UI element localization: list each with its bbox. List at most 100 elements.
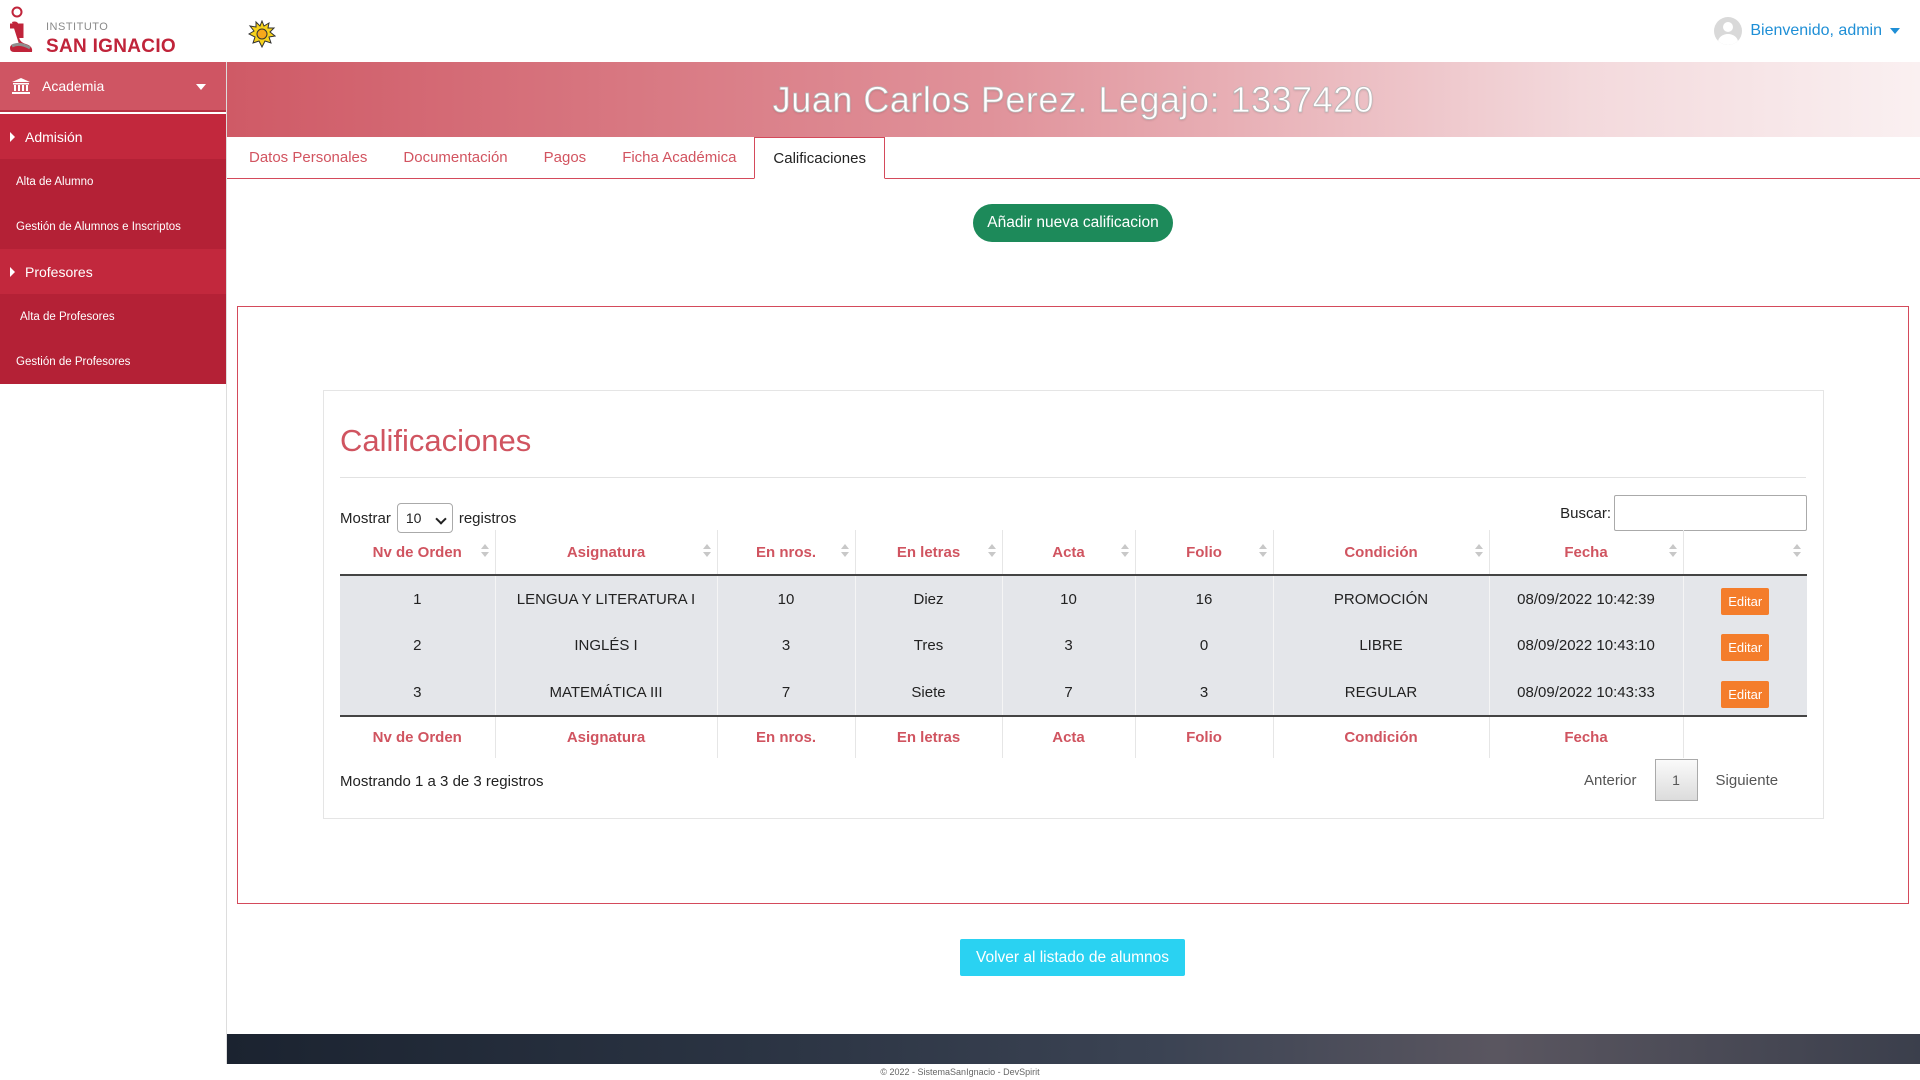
tab-datos-personales[interactable]: Datos Personales <box>231 136 385 178</box>
footer-header-folio: Folio <box>1135 715 1274 758</box>
cell-folio: 0 <box>1135 622 1274 669</box>
show-prefix-label: Mostrar <box>340 509 391 527</box>
tab-pagos[interactable]: Pagos <box>526 136 605 178</box>
sidebar-item-label: Gestión de Alumnos e Inscriptos <box>16 220 181 233</box>
caret-right-icon <box>10 266 15 277</box>
prev-page-button[interactable]: Anterior <box>1584 772 1637 789</box>
page-length-value: 10 <box>405 510 422 526</box>
col-header-orden[interactable]: Nv de Orden <box>340 530 496 576</box>
add-grade-button[interactable]: Añadir nueva calificacion <box>973 204 1173 242</box>
cell-orden: 1 <box>340 575 496 622</box>
show-suffix-label: registros <box>458 509 517 527</box>
user-menu[interactable]: Bienvenido, admin <box>1714 16 1900 46</box>
sidebar-item-alta-profesores[interactable]: Alta de Profesores <box>0 294 226 339</box>
footer-header-actions <box>1683 715 1807 758</box>
tab-bar: Datos Personales Documentación Pagos Fic… <box>227 137 1920 179</box>
brand-small-text: INSTITUTO <box>46 21 109 33</box>
cell-orden: 3 <box>340 669 496 716</box>
student-header: Juan Carlos Perez. Legajo: 1337420 <box>227 62 1920 137</box>
col-header-en-letras[interactable]: En letras <box>855 530 1003 576</box>
sidebar-item-profesores[interactable]: Profesores <box>0 249 226 294</box>
sort-icon <box>1258 544 1267 560</box>
search-input[interactable] <box>1614 495 1807 531</box>
col-header-label: Condición <box>1344 543 1418 561</box>
top-navbar: INSTITUTO SAN IGNACIO Bienvenido, admin <box>0 0 1920 62</box>
col-header-folio[interactable]: Folio <box>1135 530 1274 576</box>
cell-asignatura: LENGUA Y LITERATURA I <box>495 575 718 622</box>
bank-icon <box>12 78 30 94</box>
col-header-actions[interactable] <box>1683 530 1807 576</box>
edit-button[interactable]: Editar <box>1721 634 1770 661</box>
cell-asignatura: INGLÉS I <box>495 622 718 669</box>
divider <box>340 477 1806 478</box>
cell-actions: Editar <box>1683 575 1807 622</box>
cell-en-nros: 10 <box>717 575 856 622</box>
col-header-label: En nros. <box>755 543 816 561</box>
col-header-fecha[interactable]: Fecha <box>1489 530 1684 576</box>
sidebar-item-academia[interactable]: Academia <box>0 62 226 112</box>
footer-header-en-letras: En letras <box>855 715 1003 758</box>
brand-name: SAN IGNACIO <box>46 36 176 57</box>
sidebar-item-label: Alta de Profesores <box>20 310 115 323</box>
footer-header-en-nros: En nros. <box>717 715 856 758</box>
sort-icon <box>1793 544 1801 560</box>
col-header-condicion[interactable]: Condición <box>1273 530 1490 576</box>
table-row: 2 INGLÉS I 3 Tres 3 0 LIBRE 08/09/2022 1… <box>340 622 1807 669</box>
sidebar-item-alta-alumno[interactable]: Alta de Alumno <box>0 159 226 204</box>
sidebar: Academia Admisión Alta de Alumno Gestión… <box>0 62 227 1064</box>
cell-folio: 16 <box>1135 575 1274 622</box>
table-row: 1 LENGUA Y LITERATURA I 10 Diez 10 16 PR… <box>340 575 1807 622</box>
page-length-control: Mostrar 10 registros <box>340 503 516 533</box>
footer-header-condicion: Condición <box>1273 715 1490 758</box>
sort-icon <box>987 544 996 560</box>
next-page-button[interactable]: Siguiente <box>1716 772 1779 789</box>
cell-fecha: 08/09/2022 10:42:39 <box>1489 575 1684 622</box>
footer-header-asignatura: Asignatura <box>495 715 718 758</box>
tab-documentacion[interactable]: Documentación <box>385 136 525 178</box>
cell-en-letras: Tres <box>855 622 1003 669</box>
sort-icon <box>702 544 711 560</box>
back-to-students-button[interactable]: Volver al listado de alumnos <box>960 939 1185 976</box>
footer-copyright: © 2022 - SistemaSanIgnacio - DevSpirit <box>0 1064 1920 1080</box>
sidebar-item-admision[interactable]: Admisión <box>0 114 226 159</box>
page-title: Juan Carlos Perez. Legajo: 1337420 <box>772 78 1375 120</box>
user-greeting[interactable]: Bienvenido, admin <box>1750 22 1882 40</box>
sidebar-item-gestion-alumnos[interactable]: Gestión de Alumnos e Inscriptos <box>0 204 226 249</box>
cell-fecha: 08/09/2022 10:43:33 <box>1489 669 1684 716</box>
col-header-en-nros[interactable]: En nros. <box>717 530 856 576</box>
table-row: 3 MATEMÁTICA III 7 Siete 7 3 REGULAR 08/… <box>340 669 1807 716</box>
logo-mark-icon <box>10 6 33 52</box>
sun-icon[interactable] <box>248 20 276 48</box>
col-header-label: Nv de Orden <box>372 543 462 561</box>
sidebar-item-label: Profesores <box>25 263 93 280</box>
col-header-label: Asignatura <box>566 543 646 561</box>
col-header-asignatura[interactable]: Asignatura <box>495 530 718 576</box>
tab-ficha-academica[interactable]: Ficha Académica <box>604 136 754 178</box>
grades-card: Calificaciones Mostrar 10 registros Busc… <box>323 390 1824 819</box>
edit-button[interactable]: Editar <box>1721 680 1770 708</box>
page-1-button[interactable]: 1 <box>1654 759 1698 801</box>
cell-condicion: LIBRE <box>1273 622 1490 669</box>
page-length-select[interactable]: 10 <box>396 503 453 533</box>
brand-logo[interactable]: INSTITUTO SAN IGNACIO <box>6 6 176 57</box>
col-header-label: Acta <box>1052 543 1085 561</box>
sort-icon <box>840 544 849 560</box>
sidebar-item-gestion-profesores[interactable]: Gestión de Profesores <box>0 339 226 384</box>
cell-condicion: REGULAR <box>1273 669 1490 716</box>
chevron-down-icon[interactable] <box>1890 28 1900 34</box>
cell-actions: Editar <box>1683 622 1807 669</box>
col-header-label: Folio <box>1186 543 1222 561</box>
cell-folio: 3 <box>1135 669 1274 716</box>
pagination: Anterior 1 Siguiente <box>1584 759 1778 801</box>
table-footer-row: Nv de Orden Asignatura En nros. En letra… <box>340 715 1807 758</box>
search-label: Buscar: <box>1560 505 1611 522</box>
sort-icon <box>1120 544 1129 560</box>
cell-en-nros: 3 <box>717 622 856 669</box>
edit-button[interactable]: Editar <box>1721 587 1770 615</box>
tab-calificaciones[interactable]: Calificaciones <box>754 137 885 179</box>
footer-header-fecha: Fecha <box>1489 715 1684 758</box>
cell-acta: 3 <box>1002 622 1136 669</box>
card-title: Calificaciones <box>340 423 532 458</box>
avatar <box>1714 17 1743 45</box>
col-header-acta[interactable]: Acta <box>1002 530 1136 576</box>
